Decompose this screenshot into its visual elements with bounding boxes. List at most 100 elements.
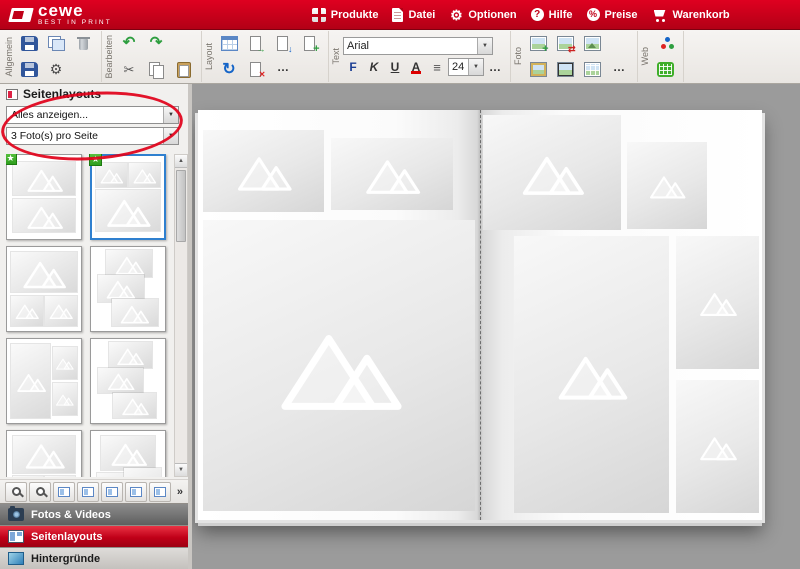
redo-button[interactable] <box>143 32 169 55</box>
chevron-down-icon[interactable]: ▼ <box>163 128 178 144</box>
copy-button[interactable] <box>143 58 169 81</box>
nav-label: Hintergründe <box>31 553 100 565</box>
paste-page-button[interactable] <box>270 32 296 55</box>
mountain-placeholder-icon <box>126 472 159 477</box>
photo-frame-placeholder[interactable] <box>203 220 475 511</box>
layout-category-select[interactable]: Alles anzeigen... ▼ <box>6 106 179 124</box>
layout-thumbnail-8[interactable] <box>90 430 166 477</box>
filter-layout-2-button[interactable] <box>77 482 99 502</box>
layout-thumbnail-7[interactable] <box>6 430 82 477</box>
photos-per-page-select[interactable]: 3 Foto(s) pro Seite ▼ <box>6 127 179 145</box>
photo-effect-button[interactable] <box>579 32 605 55</box>
photo-frame-placeholder[interactable] <box>676 380 759 513</box>
photo-border-button[interactable] <box>552 58 578 81</box>
web-service-button[interactable] <box>652 58 678 81</box>
scroll-down-button[interactable]: ▼ <box>175 463 187 476</box>
more-text-button[interactable]: … <box>485 58 505 77</box>
scroll-up-button[interactable]: ▲ <box>175 155 187 168</box>
expand-tools-button[interactable]: » <box>177 486 183 498</box>
photo-frame-placeholder[interactable] <box>203 130 324 212</box>
chevron-down-icon[interactable]: ▼ <box>477 38 492 54</box>
menu-datei[interactable]: Datei <box>392 8 435 22</box>
share-online-button[interactable] <box>652 32 678 55</box>
favorite-star-badge: ★ <box>89 154 102 166</box>
photo-frame-placeholder[interactable] <box>514 236 669 513</box>
right-page[interactable] <box>480 110 762 520</box>
filter-layout-4-button[interactable] <box>125 482 147 502</box>
sidebar-title-label: Seitenlayouts <box>23 87 101 101</box>
text-align-button[interactable]: ≡ <box>427 58 447 77</box>
sidebar-page-layouts: Seitenlayouts Alles anzeigen... ▼ 3 Foto… <box>0 84 192 569</box>
italic-button[interactable]: K <box>364 58 384 77</box>
chevron-down-icon[interactable]: ▼ <box>163 107 178 123</box>
swap-photo-button[interactable] <box>552 32 578 55</box>
delete-project-button[interactable] <box>70 32 96 55</box>
filter-layout-3-button[interactable] <box>101 482 123 502</box>
menu-produkte[interactable]: Produkte <box>312 8 379 22</box>
font-size-select[interactable]: 24▼ <box>448 58 484 76</box>
mountain-placeholder-icon <box>360 153 424 195</box>
menu-optionen[interactable]: Optionen <box>449 8 516 22</box>
font-family-value: Arial <box>347 40 369 52</box>
nav-label: Fotos & Videos <box>31 509 111 521</box>
open-project-icon <box>48 36 65 51</box>
layout-thumbnail-2[interactable]: ★ <box>90 154 166 240</box>
brand-logo[interactable]: cewe BEST IN PRINT <box>10 2 112 27</box>
thumbnails-large-button[interactable] <box>29 482 51 502</box>
chevron-down-icon[interactable]: ▼ <box>468 59 483 75</box>
more-foto-button[interactable] <box>606 58 632 81</box>
sidebar-nav-seitenlayouts[interactable]: Seitenlayouts <box>0 525 188 547</box>
photo-placeholder <box>11 296 42 326</box>
cut-button[interactable] <box>116 58 142 81</box>
filter-layout-1-button[interactable] <box>53 482 75 502</box>
font-color-button[interactable]: A <box>406 58 426 77</box>
font-family-select[interactable]: Arial ▼ <box>343 37 493 55</box>
brand-tagline: BEST IN PRINT <box>38 20 112 27</box>
photo-frame-placeholder[interactable] <box>676 236 759 368</box>
sidebar-nav-hintergründe[interactable]: Hintergründe <box>0 547 188 569</box>
rotate-page-button[interactable] <box>216 58 242 81</box>
layout-thumbnail-6[interactable] <box>90 338 166 424</box>
menu-preise[interactable]: Preise <box>587 8 638 21</box>
swap-photo-icon <box>557 36 574 51</box>
photo-grid-button[interactable] <box>579 58 605 81</box>
photo-placeholder <box>112 299 158 326</box>
sidebar-nav-fotos-videos[interactable]: Fotos & Videos <box>0 503 188 525</box>
scrollbar-thumb[interactable] <box>176 170 186 242</box>
thumbnails-small-icon <box>12 487 21 496</box>
delete-page-button[interactable] <box>243 58 269 81</box>
paste-button[interactable] <box>170 58 196 81</box>
left-page[interactable] <box>198 110 480 520</box>
copy-page-button[interactable] <box>243 32 269 55</box>
toolbar-group-label-web: Web <box>640 47 650 65</box>
more-layout-button[interactable] <box>270 58 296 81</box>
underline-button[interactable]: U <box>385 58 405 77</box>
layout-thumbnail-3[interactable] <box>6 246 82 332</box>
layout-thumbnail-4[interactable] <box>90 246 166 332</box>
cart-icon <box>652 8 668 22</box>
insert-photo-button[interactable] <box>525 32 551 55</box>
layout-thumbnail-1[interactable]: ★ <box>6 154 82 240</box>
bold-button[interactable]: F <box>343 58 363 77</box>
undo-button[interactable] <box>116 32 142 55</box>
photo-frame-placeholder[interactable] <box>483 115 621 230</box>
photo-frame-button[interactable] <box>525 58 551 81</box>
copy-icon <box>148 62 165 77</box>
menu-hilfe[interactable]: Hilfe <box>531 8 573 21</box>
photo-frame-placeholder[interactable] <box>331 138 454 210</box>
save-as-button[interactable] <box>16 58 42 81</box>
menu-warenkorb[interactable]: Warenkorb <box>652 8 730 22</box>
layout-thumbnail-5[interactable] <box>6 338 82 424</box>
nav-label: Seitenlayouts <box>31 531 103 543</box>
mountain-placeholder-icon <box>696 408 739 485</box>
thumbnails-small-button[interactable] <box>5 482 27 502</box>
thumbnails-scrollbar[interactable]: ▲ ▼ <box>174 154 188 477</box>
grid-button[interactable] <box>216 32 242 55</box>
insert-page-button[interactable] <box>297 32 323 55</box>
open-project-button[interactable] <box>43 32 69 55</box>
photo-frame-placeholder[interactable] <box>627 142 707 229</box>
layout-filters: Alles anzeigen... ▼ 3 Foto(s) pro Seite … <box>0 104 188 151</box>
save-button[interactable] <box>16 32 42 55</box>
settings-button[interactable] <box>43 58 69 81</box>
filter-layout-5-button[interactable] <box>149 482 171 502</box>
